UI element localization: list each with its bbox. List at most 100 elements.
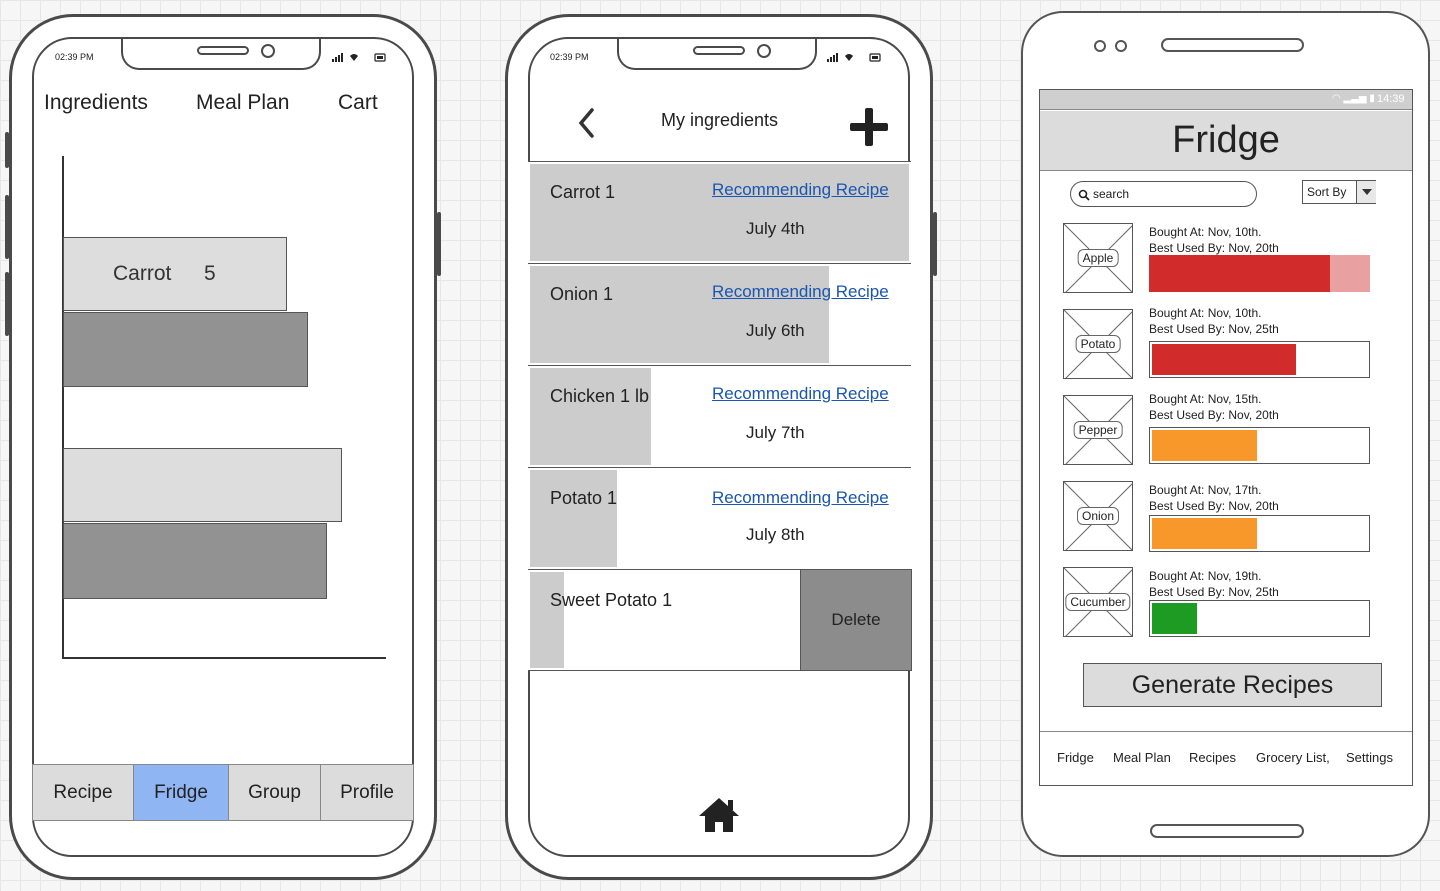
status-icons xyxy=(827,51,882,66)
best-used-date: Best Used By: Nov, 25th xyxy=(1149,585,1279,599)
tab-cart[interactable]: Cart xyxy=(338,91,378,115)
speaker-icon xyxy=(197,46,249,55)
freshness-fill xyxy=(1152,430,1258,461)
best-used-date: Best Used By: Nov, 20th xyxy=(1149,408,1279,422)
freshness-bar xyxy=(1149,427,1370,464)
ingredient-name: Sweet Potato 1 xyxy=(550,590,673,610)
row-progress-fill xyxy=(530,164,909,261)
phone-fridge-chart xyxy=(5,14,441,880)
ingredient-row[interactable]: Chicken 1 lb Recommending Recipe July 7t… xyxy=(528,365,911,467)
item-dates: Bought At: Nov, 10th. Best Used By: Nov, … xyxy=(1149,305,1279,337)
row-progress-fill xyxy=(530,266,830,363)
status-time: 14:39 xyxy=(1377,93,1405,105)
phone-notch xyxy=(617,39,817,70)
item-name: Onion xyxy=(1076,507,1120,525)
search-placeholder: search xyxy=(1093,187,1130,201)
signal-wifi-battery-icon xyxy=(827,53,881,62)
tab-meal-plan[interactable]: Meal Plan xyxy=(196,91,289,115)
ingredient-row[interactable]: Onion 1 Recommending Recipe July 6th xyxy=(528,263,911,365)
home-button[interactable] xyxy=(1150,824,1304,838)
freshness-fill xyxy=(1152,603,1198,634)
search-icon xyxy=(1078,189,1090,201)
chart-bar[interactable] xyxy=(63,523,327,599)
ingredient-name: Potato 1 xyxy=(550,488,618,508)
freshness-fill xyxy=(1152,344,1297,375)
status-time: 02:39 PM xyxy=(550,52,589,62)
tab-ingredients[interactable]: Ingredients xyxy=(44,91,148,115)
home-icon[interactable] xyxy=(697,796,741,834)
status-icons xyxy=(332,51,387,66)
signal-wifi-battery-icon xyxy=(332,53,386,62)
nav-meal-plan[interactable]: Meal Plan xyxy=(1113,750,1171,765)
nav-settings[interactable]: Settings xyxy=(1346,750,1393,765)
side-button xyxy=(437,212,441,276)
recommending-recipe-link[interactable]: Recommending Recipe xyxy=(712,488,889,508)
side-button xyxy=(5,132,9,168)
row-progress-fill xyxy=(530,368,652,465)
chart-x-axis xyxy=(62,657,386,659)
freshness-bar xyxy=(1149,341,1370,378)
speaker-icon xyxy=(693,46,745,55)
bottom-tab-label: Fridge xyxy=(154,781,208,803)
bottom-tab-recipe[interactable]: Recipe xyxy=(32,764,134,821)
sort-by-dropdown[interactable]: Sort By xyxy=(1302,180,1376,204)
ingredient-date: July 6th xyxy=(746,321,805,340)
freshness-bar xyxy=(1149,515,1370,552)
bought-date: Bought At: Nov, 19th. xyxy=(1149,569,1262,583)
freshness-fill xyxy=(1152,518,1258,549)
page-title: Fridge xyxy=(1172,119,1280,161)
recommending-recipe-link[interactable]: Recommending Recipe xyxy=(712,384,889,404)
bottom-tab-profile[interactable]: Profile xyxy=(320,764,414,821)
best-used-date: Best Used By: Nov, 20th xyxy=(1149,241,1279,255)
recommending-recipe-link[interactable]: Recommending Recipe xyxy=(712,282,889,302)
ingredient-row[interactable]: Carrot 1 Recommending Recipe July 4th xyxy=(528,161,911,263)
item-dates: Bought At: Nov, 15th. Best Used By: Nov, … xyxy=(1149,391,1279,423)
item-image-placeholder[interactable]: Apple xyxy=(1063,223,1133,293)
bottom-tab-fridge[interactable]: Fridge xyxy=(133,764,229,821)
row-progress-fill xyxy=(530,470,618,567)
ingredient-name: Carrot 1 xyxy=(550,182,616,202)
ingredient-name: Onion 1 xyxy=(550,284,614,304)
best-used-date: Best Used By: Nov, 25th xyxy=(1149,322,1279,336)
generate-recipes-button[interactable]: Generate Recipes xyxy=(1083,663,1382,707)
ingredient-date: July 8th xyxy=(746,525,805,544)
bought-date: Bought At: Nov, 17th. xyxy=(1149,483,1262,497)
chart-bar[interactable] xyxy=(63,448,342,522)
nav-recipes[interactable]: Recipes xyxy=(1189,750,1236,765)
item-dates: Bought At: Nov, 17th. Best Used By: Nov, … xyxy=(1149,482,1279,514)
chart-bar[interactable] xyxy=(63,237,287,311)
row-progress-fill xyxy=(530,572,565,668)
delete-button[interactable]: Delete xyxy=(800,569,912,671)
bottom-tab-label: Recipe xyxy=(53,781,113,803)
chart-bar-label-name: Carrot xyxy=(113,262,172,285)
chart-bar-label-value: 5 xyxy=(204,262,216,285)
item-dates: Bought At: Nov, 19th. Best Used By: Nov, … xyxy=(1149,568,1279,600)
side-button xyxy=(5,195,9,259)
status-time: 02:39 PM xyxy=(55,52,94,62)
bottom-tab-label: Profile xyxy=(340,781,394,803)
delete-button-label: Delete xyxy=(831,610,881,629)
item-name: Pepper xyxy=(1073,421,1123,439)
side-button xyxy=(5,272,9,336)
bought-date: Bought At: Nov, 10th. xyxy=(1149,306,1262,320)
item-image-placeholder[interactable]: Onion xyxy=(1063,481,1133,551)
search-input[interactable]: search xyxy=(1070,181,1257,207)
bought-date: Bought At: Nov, 10th. xyxy=(1149,225,1262,239)
nav-fridge[interactable]: Fridge xyxy=(1057,750,1094,765)
item-image-placeholder[interactable]: Pepper xyxy=(1063,395,1133,465)
status-bar: ◠ ▂▃▅ ▮ 14:39 xyxy=(1040,90,1412,110)
ingredient-date: July 7th xyxy=(746,423,805,442)
freshness-fill xyxy=(1149,255,1331,292)
item-image-placeholder[interactable]: Cucumber xyxy=(1063,567,1133,637)
add-plus-icon[interactable] xyxy=(850,108,888,146)
item-image-placeholder[interactable]: Potato xyxy=(1063,309,1133,379)
bottom-tab-group[interactable]: Group xyxy=(228,764,321,821)
chart-bar[interactable] xyxy=(63,312,308,387)
nav-grocery-list[interactable]: Grocery List, xyxy=(1256,750,1330,765)
back-chevron-icon[interactable] xyxy=(576,107,596,139)
speaker-icon xyxy=(1161,38,1304,52)
camera-icon xyxy=(757,44,771,58)
recommending-recipe-link[interactable]: Recommending Recipe xyxy=(712,180,889,200)
item-name: Cucumber xyxy=(1065,593,1131,611)
ingredient-row[interactable]: Potato 1 Recommending Recipe July 8th xyxy=(528,467,911,569)
